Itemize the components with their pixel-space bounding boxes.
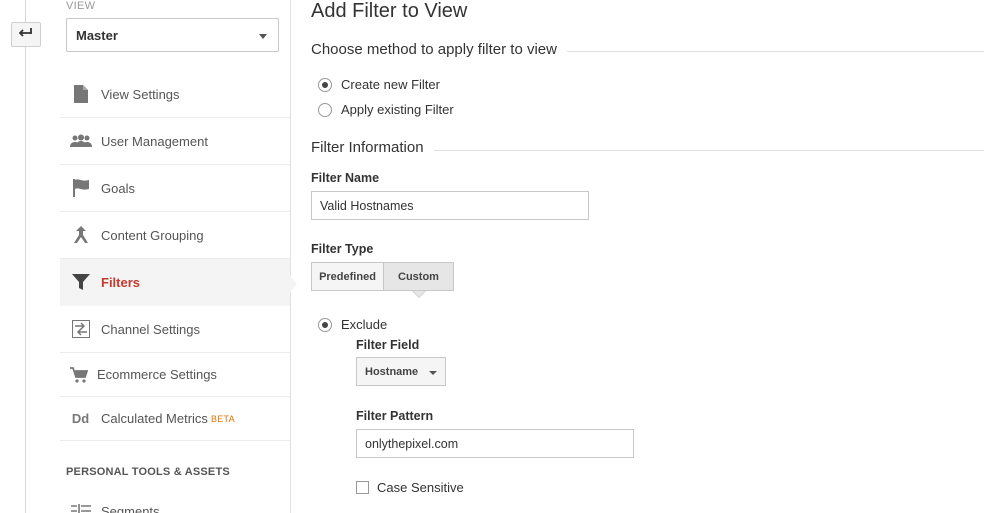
info-legend: Filter Information [311,139,434,156]
active-item-pointer [290,276,297,292]
case-sensitive-checkbox[interactable] [356,481,369,494]
radio-exclude[interactable]: Exclude [318,317,387,332]
filter-type-predefined-button[interactable]: Predefined [311,262,383,291]
filter-type-label: Filter Type [311,242,374,256]
case-sensitive-option[interactable]: Case Sensitive [356,480,464,495]
filter-name-label: Filter Name [311,171,380,185]
sidebar-item-segments[interactable]: Segments [60,496,290,513]
sidebar-item-goals[interactable]: Goals [60,165,290,212]
sidebar-item-label: Content Grouping [101,227,204,243]
sidebar-divider [290,0,291,513]
sidebar-item-view-settings[interactable]: View Settings [60,71,290,118]
sidebar-item-user-management[interactable]: User Management [60,118,290,165]
filter-field-select[interactable]: Hostname [356,357,446,386]
filter-type-toggle: Predefined Custom [311,262,454,298]
filter-type-custom-button[interactable]: Custom [383,262,454,298]
filter-name-input[interactable] [311,191,589,220]
sidebar-item-label: Calculated Metrics [101,411,208,426]
document-icon [60,85,101,103]
calculated-metrics-icon: Dd [71,411,90,426]
view-label: VIEW [66,0,96,12]
section-heading-personal-tools: PERSONAL TOOLS & ASSETS [66,466,230,478]
channel-settings-icon [60,320,101,338]
radio-label: Exclude [341,317,388,332]
sidebar-item-ecommerce-settings[interactable]: Ecommerce Settings [60,353,290,397]
sidebar-item-label: Segments [101,503,160,513]
radio-button[interactable] [318,77,332,92]
sidebar-item-calculated-metrics[interactable]: Dd Calculated Metrics BETA [60,397,290,441]
users-icon [60,134,101,148]
chevron-down-icon [259,34,267,39]
filter-pattern-label: Filter Pattern [356,409,434,423]
filter-pattern-input[interactable] [356,429,634,458]
sidebar-item-label: User Management [101,133,208,149]
method-legend: Choose method to apply filter to view [311,41,567,58]
sidebar-item-filters[interactable]: Filters [60,259,290,306]
view-select-value: Master [76,27,118,43]
sidebar-item-channel-settings[interactable]: Channel Settings [60,306,290,353]
sidebar-item-label: Ecommerce Settings [97,367,217,382]
sidebar-item-label: Channel Settings [101,321,201,337]
sidebar-nav: View Settings User Management Goals Cont… [60,71,290,441]
view-select[interactable]: Master [66,18,279,52]
sidebar-item-content-grouping[interactable]: Content Grouping [60,212,290,259]
radio-label: Apply existing Filter [341,102,454,117]
flag-icon [60,179,101,197]
filter-icon [60,274,101,290]
sidebar-item-label: Goals [101,180,135,196]
case-sensitive-label: Case Sensitive [377,480,464,495]
filter-field-label: Filter Field [356,338,420,352]
beta-badge: BETA [210,413,235,424]
filter-field-value: Hostname [365,365,419,378]
back-arrow-icon [18,26,33,44]
sidebar-item-label: View Settings [101,86,180,102]
radio-label: Create new Filter [341,77,440,92]
segments-icon [60,504,101,513]
cart-icon [60,366,97,383]
sidebar-item-label: Filters [101,274,141,290]
grouping-icon [60,226,101,244]
radio-apply-existing-filter[interactable]: Apply existing Filter [318,102,454,117]
radio-button[interactable] [318,102,332,117]
page-title: Add Filter to View [311,0,468,22]
left-rail-line [25,0,26,513]
chevron-down-icon [429,371,437,375]
back-button[interactable] [11,22,41,47]
radio-create-new-filter[interactable]: Create new Filter [318,77,440,92]
radio-button[interactable] [318,317,332,332]
